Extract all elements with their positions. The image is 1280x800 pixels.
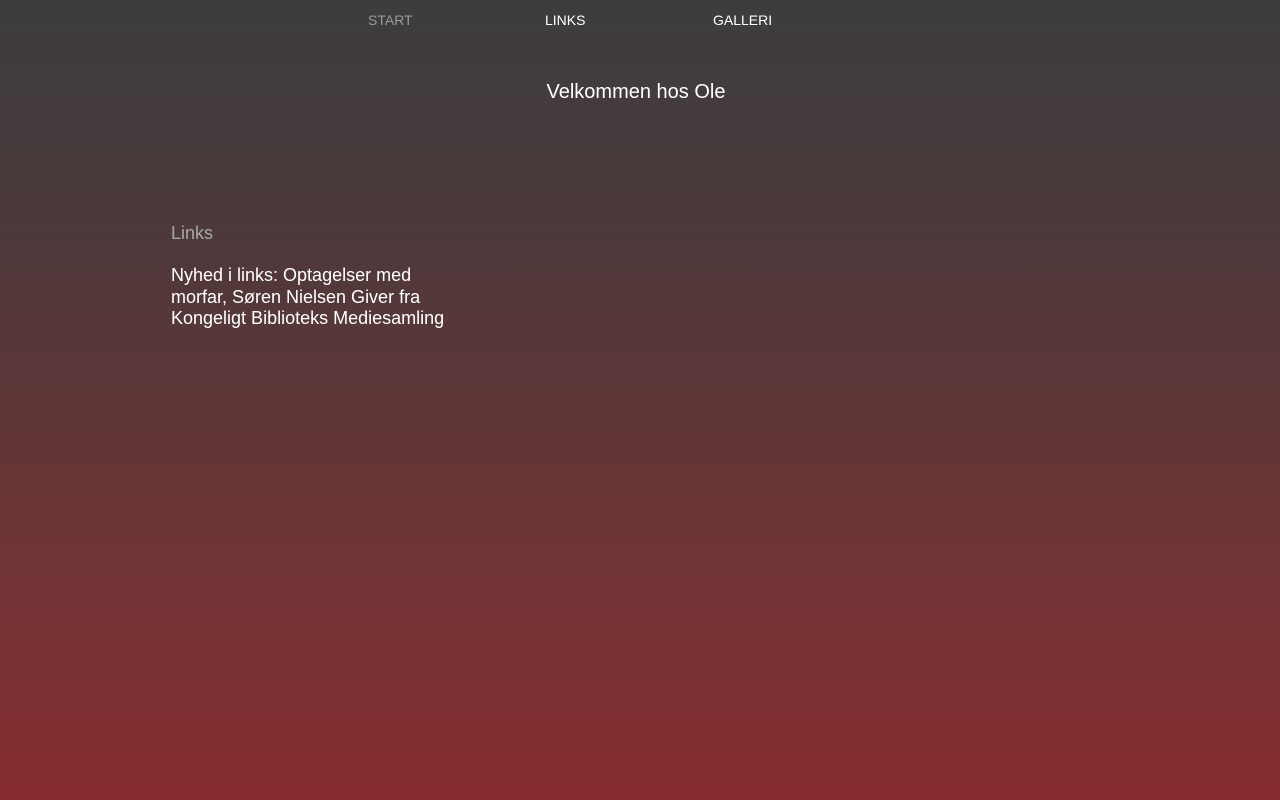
- page-title: Velkommen hos Ole: [546, 81, 726, 103]
- nav-item-links[interactable]: LINKS: [545, 12, 585, 28]
- top-navigation: START LINKS GALLERI: [0, 0, 1280, 40]
- nav-item-galleri[interactable]: GALLERI: [713, 12, 772, 28]
- links-section: Links Nyhed i links: Optagelser med morf…: [171, 222, 461, 330]
- links-heading: Links: [171, 223, 214, 243]
- nav-item-start[interactable]: START: [368, 12, 413, 28]
- links-news-item[interactable]: Nyhed i links: Optagelser med morfar, Sø…: [171, 265, 461, 330]
